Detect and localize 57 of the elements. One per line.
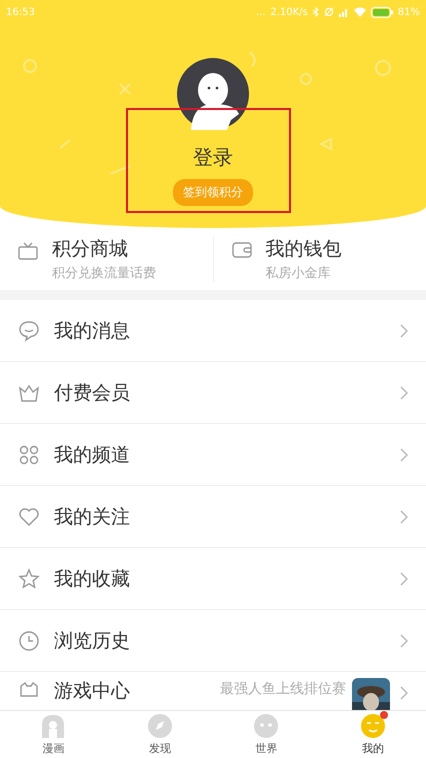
chevron-right-icon [400,510,408,524]
bluetooth-icon [312,7,319,17]
menu-item[interactable]: 浏览历史 [0,610,426,672]
tab[interactable]: 世界 [213,711,320,758]
menu-label: 付费会员 [54,380,131,406]
menu-item[interactable]: 我的消息 [0,300,426,362]
shortcut-card[interactable]: 我的钱包 私房小金库 [212,236,426,282]
shortcut-title: 积分商城 [52,237,129,262]
chevron-right-icon [400,448,408,462]
grid-icon [18,444,40,466]
tv-icon [18,242,38,260]
star-icon [18,568,40,590]
login-link[interactable]: 登录 [193,144,233,171]
tab-label: 世界 [255,741,278,756]
tab[interactable]: 发现 [106,711,213,758]
menu-label: 游戏中心 [54,680,131,703]
tab[interactable]: 我的 [320,711,426,758]
heart-icon [18,506,40,528]
chevron-right-icon [400,686,408,700]
tab-label: 我的 [362,741,384,756]
menu-detail: 最强人鱼上线排位赛 [220,680,346,698]
home-icon [40,713,66,739]
shortcut-title: 我的钱包 [266,237,342,262]
compass-icon [146,713,173,739]
menu-item[interactable]: 我的收藏 [0,548,426,610]
wallet-icon [232,242,252,258]
avatar[interactable] [177,58,249,130]
menu-item[interactable]: 我的频道 [0,424,426,486]
chat-bubble-icon [18,320,40,342]
wifi-icon [354,7,366,17]
chevron-right-icon [400,324,408,338]
menu-label: 浏览历史 [54,628,131,654]
tab-label: 发现 [148,741,171,756]
chevron-right-icon [400,386,408,400]
shortcut-card[interactable]: 积分商城 积分兑换流量话费 [0,236,212,282]
clock-icon [18,630,40,652]
shortcut-subtitle: 积分兑换流量话费 [52,265,156,282]
battery-level: 81% [398,6,420,18]
profile-face-icon [360,713,386,739]
menu-label: 我的消息 [54,318,131,344]
chat-face-icon [253,713,280,739]
shortcut-subtitle: 私房小金库 [266,265,332,282]
menu-item[interactable]: 我的关注 [0,486,426,548]
menu-item[interactable]: 付费会员 [0,362,426,424]
tab-label: 漫画 [42,741,64,756]
tab[interactable]: 漫画 [0,711,106,758]
menu-label: 我的频道 [54,442,131,468]
signal-icon [338,7,349,17]
battery-icon [370,6,393,18]
status-dots: ... [256,6,266,18]
chevron-right-icon [400,572,408,586]
chevron-right-icon [400,634,408,648]
network-speed: 2.10K/s [270,6,308,18]
menu-label: 我的关注 [54,504,131,530]
status-time: 16:53 [6,6,35,18]
menu-label: 我的收藏 [54,566,131,592]
alarm-icon [324,7,334,17]
